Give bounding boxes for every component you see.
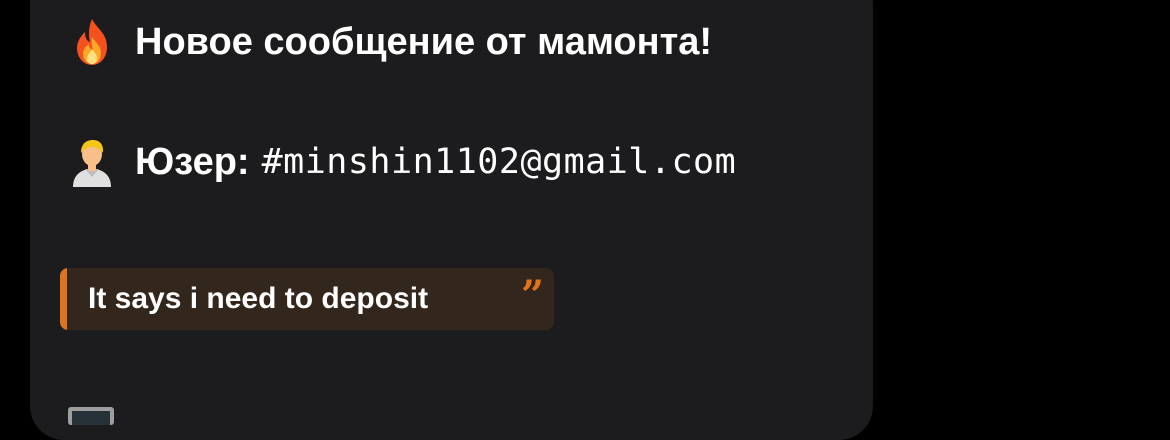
user-label: Юзер: (135, 140, 250, 183)
quote-mark-icon: ” (520, 272, 544, 319)
user-email[interactable]: #minshin1102@gmail.com (262, 142, 737, 182)
message-title: Новое сообщение от мамонта! (135, 20, 712, 63)
quote-text: It says i need to deposit (88, 282, 429, 315)
person-icon (67, 137, 117, 187)
laptop-icon (66, 405, 116, 425)
quoted-message[interactable]: It says i need to deposit ” (60, 268, 554, 330)
user-row: Юзер: #minshin1102@gmail.com (67, 134, 736, 190)
fire-icon (67, 17, 117, 67)
message-title-row: Новое сообщение от мамонта! (67, 14, 712, 70)
quote-accent-bar (60, 268, 67, 330)
